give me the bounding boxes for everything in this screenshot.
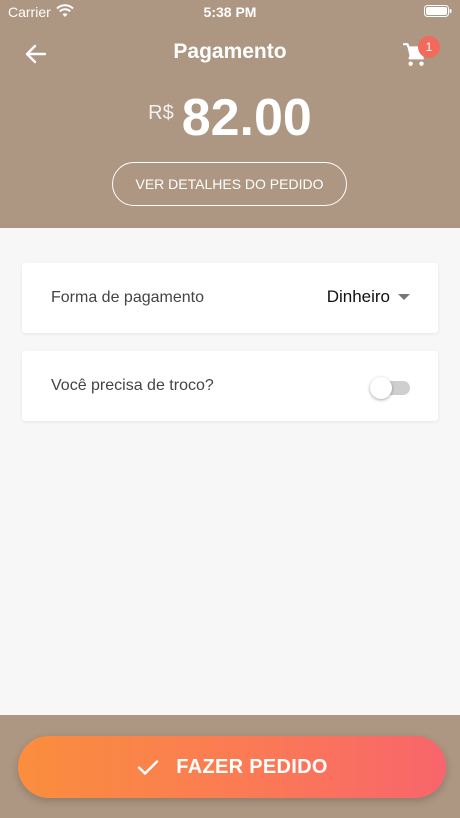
order-total: R$ 82.00	[0, 88, 460, 148]
check-icon	[138, 760, 159, 775]
page-title: Pagamento	[173, 40, 287, 63]
currency-symbol: R$	[148, 102, 174, 124]
total-amount: 82.00	[181, 89, 312, 147]
battery-icon	[424, 5, 452, 17]
payment-screen: Carrier 5:38 PM Pagamento 1 R$ 82.00 VER…	[0, 0, 460, 818]
change-card: Você precisa de troco?	[22, 351, 438, 421]
cart-button[interactable]: 1	[402, 36, 440, 74]
order-details-button[interactable]: VER DETALHES DO PEDIDO	[112, 162, 347, 206]
change-label: Você precisa de troco?	[51, 377, 214, 394]
change-toggle[interactable]	[370, 377, 410, 399]
header: Carrier 5:38 PM Pagamento 1 R$ 82.00 VER…	[0, 0, 460, 228]
status-time: 5:38 PM	[203, 4, 257, 20]
status-bar: Carrier 5:38 PM	[0, 0, 460, 24]
payment-method-card: Forma de pagamento Dinheiro	[22, 263, 438, 333]
footer: FAZER PEDIDO	[0, 715, 460, 818]
chevron-down-icon	[398, 294, 410, 300]
place-order-label: FAZER PEDIDO	[176, 755, 328, 778]
payment-method-value: Dinheiro	[326, 287, 390, 306]
place-order-button[interactable]: FAZER PEDIDO	[18, 736, 446, 798]
cart-badge: 1	[418, 36, 440, 58]
payment-method-label: Forma de pagamento	[51, 289, 204, 306]
payment-method-select[interactable]: Dinheiro	[327, 287, 410, 307]
toggle-thumb	[370, 377, 392, 399]
